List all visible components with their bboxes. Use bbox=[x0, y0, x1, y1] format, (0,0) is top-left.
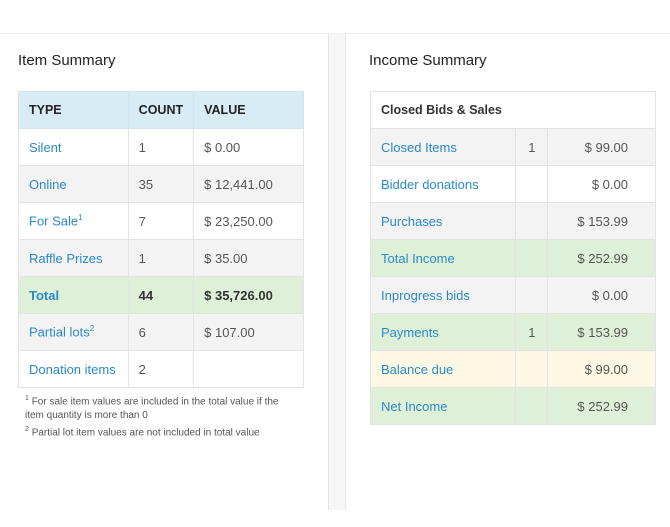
income-count bbox=[515, 387, 549, 425]
income-label-link[interactable]: Closed Items bbox=[369, 128, 517, 166]
panel-divider bbox=[328, 33, 346, 510]
table-row: Balance due $ 99.00 bbox=[369, 350, 656, 388]
column-header-count: COUNT bbox=[127, 91, 195, 129]
income-summary-header-row: Closed Bids & Sales bbox=[370, 91, 656, 129]
table-row: Total Income $ 252.99 bbox=[369, 239, 656, 277]
item-count: 1 bbox=[127, 239, 195, 277]
income-label-link[interactable]: Total Income bbox=[369, 239, 517, 277]
item-count: 1 bbox=[127, 128, 195, 166]
item-summary-table: TYPE COUNT VALUE Silent 1 $ 0.00 Online … bbox=[18, 91, 304, 388]
income-amount: $ 99.00 bbox=[547, 350, 656, 388]
income-amount: $ 0.00 bbox=[547, 165, 656, 203]
footnote-marker: 2 bbox=[89, 324, 95, 334]
income-count: 1 bbox=[515, 313, 549, 351]
item-type-link[interactable]: Raffle Prizes bbox=[18, 239, 129, 277]
item-value: $ 35.00 bbox=[193, 239, 304, 277]
income-count bbox=[515, 165, 549, 203]
table-row: Partial lots2 6 $ 107.00 bbox=[18, 313, 304, 351]
total-row: Total 44 $ 35,726.00 bbox=[18, 276, 304, 314]
income-amount: $ 252.99 bbox=[547, 387, 656, 425]
income-amount: $ 0.00 bbox=[547, 276, 656, 314]
item-value bbox=[193, 350, 304, 388]
income-label-link[interactable]: Payments bbox=[369, 313, 517, 351]
table-row: Raffle Prizes 1 $ 35.00 bbox=[18, 239, 304, 277]
income-amount: $ 153.99 bbox=[547, 202, 656, 240]
item-count: 35 bbox=[127, 165, 195, 203]
column-header-type: TYPE bbox=[18, 91, 129, 129]
income-count bbox=[515, 276, 549, 314]
footnote-marker: 1 bbox=[78, 213, 83, 223]
income-summary-table: Closed Bids & Sales Closed Items 1 $ 99.… bbox=[369, 91, 656, 425]
income-count bbox=[515, 202, 549, 240]
item-summary-title: Item Summary bbox=[18, 52, 116, 69]
table-row: Closed Items 1 $ 99.00 bbox=[369, 128, 656, 166]
footnotes: 1 For sale item values are included in t… bbox=[25, 392, 295, 441]
table-row: Payments 1 $ 153.99 bbox=[369, 313, 656, 351]
item-type-link[interactable]: Donation items bbox=[18, 350, 129, 388]
table-row: Net Income $ 252.99 bbox=[369, 387, 656, 425]
item-count: 44 bbox=[127, 276, 195, 314]
item-value: $ 35,726.00 bbox=[193, 276, 304, 314]
item-type-link[interactable]: Partial lots2 bbox=[18, 313, 129, 351]
footnote: 1 For sale item values are included in t… bbox=[25, 395, 279, 422]
table-row: For Sale1 7 $ 23,250.00 bbox=[18, 202, 304, 240]
table-row: Bidder donations $ 0.00 bbox=[369, 165, 656, 203]
item-value: $ 12,441.00 bbox=[193, 165, 304, 203]
footnote: 2 Partial lot item values are not includ… bbox=[25, 426, 260, 439]
table-row: Inprogress bids $ 0.00 bbox=[369, 276, 656, 314]
income-label-link[interactable]: Inprogress bids bbox=[369, 276, 517, 314]
income-amount: $ 252.99 bbox=[547, 239, 656, 277]
income-amount: $ 153.99 bbox=[547, 313, 656, 351]
table-row: Donation items 2 bbox=[18, 350, 304, 388]
income-count bbox=[515, 239, 549, 277]
income-summary-title: Income Summary bbox=[369, 52, 487, 69]
item-value: $ 0.00 bbox=[193, 128, 304, 166]
item-type-link[interactable]: For Sale1 bbox=[18, 202, 129, 240]
income-label-link[interactable]: Balance due bbox=[369, 350, 517, 388]
item-count: 6 bbox=[127, 313, 195, 351]
income-count bbox=[515, 350, 549, 388]
item-type-link[interactable]: Silent bbox=[18, 128, 129, 166]
item-value: $ 107.00 bbox=[193, 313, 304, 351]
item-count: 2 bbox=[127, 350, 195, 388]
item-type-link[interactable]: Total bbox=[18, 276, 129, 314]
income-label-link[interactable]: Bidder donations bbox=[369, 165, 517, 203]
column-header-value: VALUE bbox=[193, 91, 304, 129]
item-value: $ 23,250.00 bbox=[193, 202, 304, 240]
item-count: 7 bbox=[127, 202, 195, 240]
item-summary-header-row: TYPE COUNT VALUE bbox=[18, 91, 304, 129]
item-type-link[interactable]: Online bbox=[18, 165, 129, 203]
section-header: Closed Bids & Sales bbox=[370, 91, 656, 129]
income-amount: $ 99.00 bbox=[547, 128, 656, 166]
income-label-link[interactable]: Net Income bbox=[369, 387, 517, 425]
table-row: Silent 1 $ 0.00 bbox=[18, 128, 304, 166]
income-label-link[interactable]: Purchases bbox=[369, 202, 517, 240]
table-row: Purchases $ 153.99 bbox=[369, 202, 656, 240]
income-count: 1 bbox=[515, 128, 549, 166]
table-row: Online 35 $ 12,441.00 bbox=[18, 165, 304, 203]
